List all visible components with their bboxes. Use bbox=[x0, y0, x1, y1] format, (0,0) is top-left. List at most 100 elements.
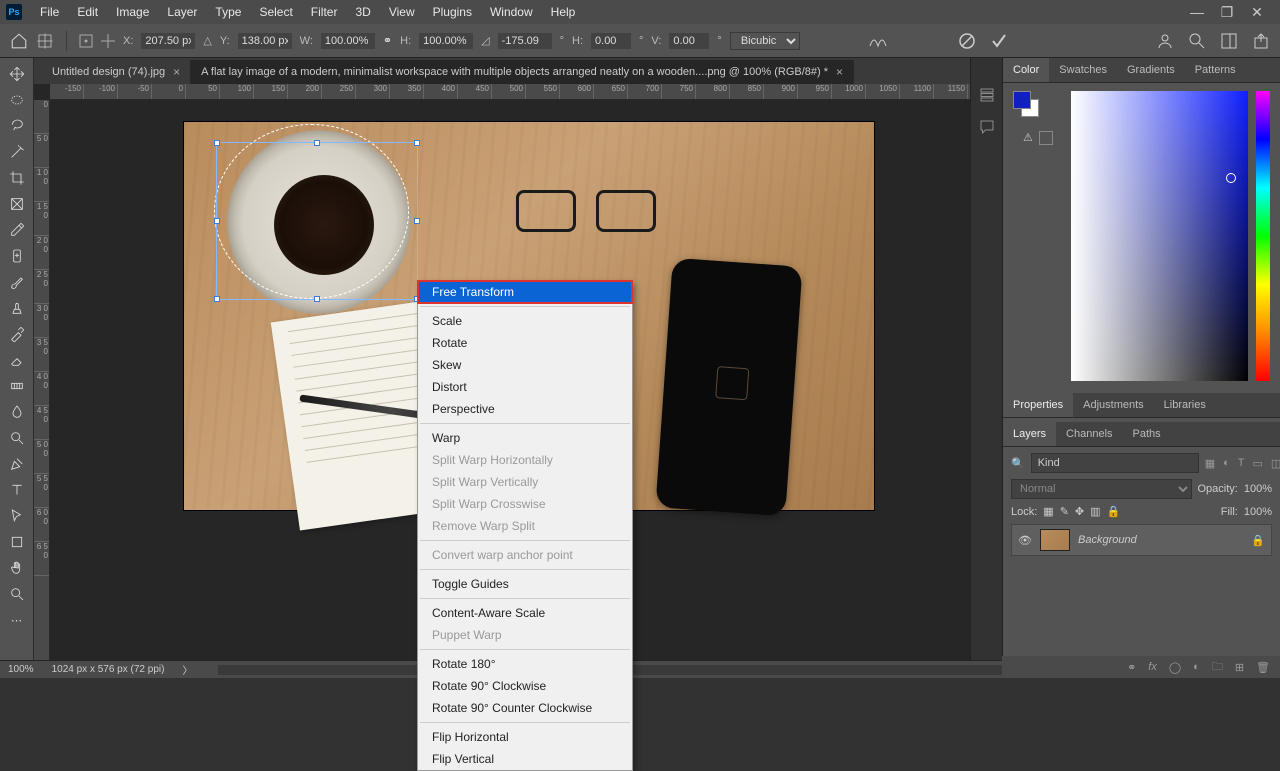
tab-channels[interactable]: Channels bbox=[1056, 422, 1122, 446]
layer-filter-input[interactable] bbox=[1031, 453, 1199, 473]
menu-image[interactable]: Image bbox=[108, 2, 157, 22]
brush-tool[interactable] bbox=[4, 270, 30, 294]
magic-wand-tool[interactable] bbox=[4, 140, 30, 164]
document-dimensions[interactable]: 1024 px x 576 px (72 ppi) bbox=[52, 664, 165, 675]
commit-transform-icon[interactable] bbox=[990, 32, 1008, 50]
link-layers-icon[interactable]: ⚭ bbox=[1127, 661, 1136, 674]
skew-h-input[interactable] bbox=[591, 33, 631, 49]
context-menu-item[interactable]: Content-Aware Scale bbox=[418, 602, 632, 624]
transform-tool-icon[interactable] bbox=[36, 32, 54, 50]
clone-stamp-tool[interactable] bbox=[4, 296, 30, 320]
context-menu-item[interactable]: Rotate 180° bbox=[418, 653, 632, 675]
pen-tool[interactable] bbox=[4, 452, 30, 476]
context-menu-item[interactable]: Scale bbox=[418, 310, 632, 332]
window-maximize-icon[interactable]: ❐ bbox=[1218, 4, 1236, 21]
eraser-tool[interactable] bbox=[4, 348, 30, 372]
reference-point-icon[interactable] bbox=[79, 34, 93, 48]
search-icon[interactable] bbox=[1188, 32, 1206, 50]
comments-panel-icon[interactable] bbox=[978, 118, 996, 136]
frame-tool[interactable] bbox=[4, 192, 30, 216]
transform-handle[interactable] bbox=[414, 140, 420, 146]
context-menu-item[interactable]: Free Transform bbox=[418, 281, 632, 303]
blend-mode-select[interactable]: Normal bbox=[1011, 479, 1192, 499]
transform-handle[interactable] bbox=[314, 296, 320, 302]
gamut-warning-icon[interactable]: ⚠ bbox=[1023, 131, 1033, 145]
workspace-icon[interactable] bbox=[1220, 32, 1238, 50]
lasso-tool[interactable] bbox=[4, 114, 30, 138]
tab-color[interactable]: Color bbox=[1003, 58, 1049, 82]
new-layer-icon[interactable]: ⊞ bbox=[1235, 661, 1244, 674]
delete-layer-icon[interactable]: 🗑 bbox=[1256, 661, 1270, 674]
filter-type-icon[interactable]: T bbox=[1238, 457, 1245, 470]
lock-all-icon[interactable]: 🔒 bbox=[1107, 505, 1121, 518]
lock-icon[interactable]: 🔒 bbox=[1251, 534, 1265, 547]
menu-3d[interactable]: 3D bbox=[347, 2, 378, 22]
layer-mask-icon[interactable]: ◯ bbox=[1169, 661, 1181, 674]
context-menu-item[interactable]: Rotate bbox=[418, 332, 632, 354]
zoom-tool[interactable] bbox=[4, 582, 30, 606]
menu-view[interactable]: View bbox=[381, 2, 423, 22]
layer-fx-icon[interactable]: fx bbox=[1148, 661, 1157, 673]
context-menu-item[interactable]: Warp bbox=[418, 427, 632, 449]
crop-tool[interactable] bbox=[4, 166, 30, 190]
layer-row-background[interactable]: 👁 Background 🔒 bbox=[1011, 524, 1272, 556]
context-menu-item[interactable]: Toggle Guides bbox=[418, 573, 632, 595]
share-icon[interactable] bbox=[1252, 32, 1270, 50]
fill-value[interactable]: 100% bbox=[1244, 506, 1272, 518]
warp-mode-icon[interactable] bbox=[868, 32, 888, 50]
filter-shape-icon[interactable]: ▭ bbox=[1253, 457, 1263, 470]
hand-tool[interactable] bbox=[4, 556, 30, 580]
lock-brush-icon[interactable]: ✎ bbox=[1060, 505, 1069, 518]
menu-edit[interactable]: Edit bbox=[69, 2, 106, 22]
menu-file[interactable]: File bbox=[32, 2, 67, 22]
menu-window[interactable]: Window bbox=[482, 2, 541, 22]
context-menu-item[interactable]: Rotate 90° Clockwise bbox=[418, 675, 632, 697]
healing-brush-tool[interactable] bbox=[4, 244, 30, 268]
transform-handle[interactable] bbox=[214, 140, 220, 146]
tab-libraries[interactable]: Libraries bbox=[1154, 393, 1216, 417]
layer-thumbnail[interactable] bbox=[1040, 529, 1070, 551]
tab-layers[interactable]: Layers bbox=[1003, 422, 1056, 446]
more-tools[interactable]: ⋯ bbox=[4, 608, 30, 632]
context-menu-item[interactable]: Distort bbox=[418, 376, 632, 398]
filter-adjust-icon[interactable]: ◐ bbox=[1223, 457, 1230, 470]
history-panel-icon[interactable] bbox=[978, 86, 996, 104]
window-close-icon[interactable]: ✕ bbox=[1248, 4, 1266, 21]
menu-plugins[interactable]: Plugins bbox=[425, 2, 480, 22]
w-input[interactable] bbox=[321, 33, 375, 49]
dodge-tool[interactable] bbox=[4, 426, 30, 450]
menu-type[interactable]: Type bbox=[207, 2, 249, 22]
lock-artboard-icon[interactable]: ▥ bbox=[1090, 505, 1100, 518]
shape-tool[interactable] bbox=[4, 530, 30, 554]
y-input[interactable] bbox=[238, 33, 292, 49]
foreground-background-swatches[interactable] bbox=[1013, 91, 1039, 117]
tab-gradients[interactable]: Gradients bbox=[1117, 58, 1185, 82]
link-icon[interactable]: ⚭ bbox=[383, 34, 392, 47]
home-icon[interactable] bbox=[10, 32, 28, 50]
transform-handle[interactable] bbox=[314, 140, 320, 146]
menu-filter[interactable]: Filter bbox=[303, 2, 346, 22]
x-input[interactable] bbox=[141, 33, 195, 49]
closest-color-swatch[interactable] bbox=[1039, 131, 1053, 145]
tab-adjustments[interactable]: Adjustments bbox=[1073, 393, 1154, 417]
window-minimize-icon[interactable]: — bbox=[1188, 4, 1206, 21]
skew-v-input[interactable] bbox=[669, 33, 709, 49]
interpolation-select[interactable]: Bicubic bbox=[730, 32, 800, 50]
marquee-tool[interactable] bbox=[4, 88, 30, 112]
close-icon[interactable]: × bbox=[836, 65, 843, 79]
lock-transparency-icon[interactable]: ▦ bbox=[1043, 505, 1053, 518]
context-menu-item[interactable]: Flip Horizontal bbox=[418, 726, 632, 748]
blur-tool[interactable] bbox=[4, 400, 30, 424]
tab-properties[interactable]: Properties bbox=[1003, 393, 1073, 417]
close-icon[interactable]: × bbox=[173, 65, 180, 79]
cloud-user-icon[interactable] bbox=[1156, 32, 1174, 50]
layer-name[interactable]: Background bbox=[1078, 534, 1137, 546]
transform-handle[interactable] bbox=[214, 296, 220, 302]
visibility-icon[interactable]: 👁 bbox=[1018, 534, 1032, 547]
color-field[interactable] bbox=[1071, 91, 1248, 381]
eyedropper-tool[interactable] bbox=[4, 218, 30, 242]
menu-help[interactable]: Help bbox=[543, 2, 584, 22]
menu-layer[interactable]: Layer bbox=[159, 2, 205, 22]
filter-pixel-icon[interactable]: ▦ bbox=[1205, 457, 1215, 470]
menu-select[interactable]: Select bbox=[251, 2, 300, 22]
